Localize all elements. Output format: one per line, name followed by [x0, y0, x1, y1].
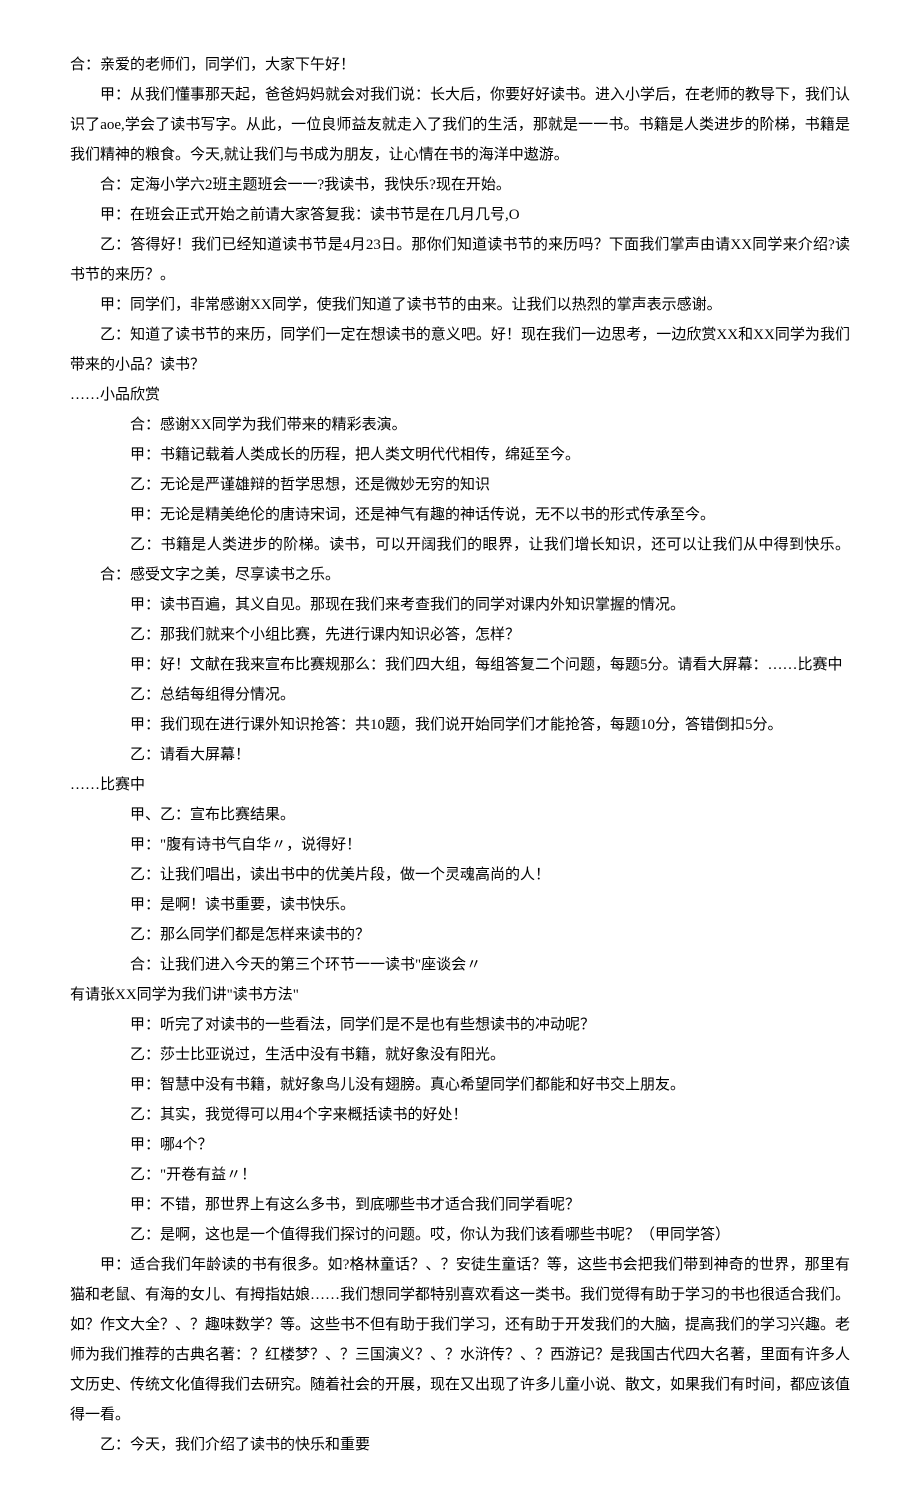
paragraph: 合：亲爱的老师们，同学们，大家下午好！	[70, 50, 850, 80]
paragraph: 甲：不错，那世界上有这么多书，到底哪些书才适合我们同学看呢？	[70, 1190, 850, 1220]
paragraph: 甲：我们现在进行课外知识抢答：共10题，我们说开始同学们才能抢答，每题10分，答…	[70, 710, 850, 740]
paragraph: 甲、乙：宣布比赛结果。	[70, 800, 850, 830]
paragraph: 合：让我们进入今天的第三个环节一一读书"座谈会〃	[70, 950, 850, 980]
paragraph: 甲：无论是精美绝伦的唐诗宋词，还是神气有趣的神话传说，无不以书的形式传承至今。	[70, 500, 850, 530]
paragraph: 甲：听完了对读书的一些看法，同学们是不是也有些想读书的冲动呢？	[70, 1010, 850, 1040]
paragraph: 甲：从我们懂事那天起，爸爸妈妈就会对我们说：长大后，你要好好读书。进入小学后，在…	[70, 80, 850, 170]
paragraph: 甲：智慧中没有书籍，就好象鸟儿没有翅膀。真心希望同学们都能和好书交上朋友。	[70, 1070, 850, 1100]
paragraph: 甲：在班会正式开始之前请大家答复我：读书节是在几月几号,O	[70, 200, 850, 230]
paragraph: 甲："腹有诗书气自华〃，说得好！	[70, 830, 850, 860]
paragraph: 甲：适合我们年龄读的书有很多。如?格林童话？、？安徒生童话？等，这些书会把我们带…	[70, 1250, 850, 1430]
paragraph: 乙：是啊，这也是一个值得我们探讨的问题。哎，你认为我们该看哪些书呢？（甲同学答）	[70, 1220, 850, 1250]
paragraph: 乙：答得好！我们已经知道读书节是4月23日。那你们知道读书节的来历吗？下面我们掌…	[70, 230, 850, 290]
paragraph: ……比赛中	[70, 770, 850, 800]
document-body: 合：亲爱的老师们，同学们，大家下午好！甲：从我们懂事那天起，爸爸妈妈就会对我们说…	[70, 50, 850, 1460]
paragraph: 甲：哪4个？	[70, 1130, 850, 1160]
paragraph: 甲：读书百遍，其义自见。那现在我们来考查我们的同学对课内外知识掌握的情况。	[70, 590, 850, 620]
paragraph: 乙：那我们就来个小组比赛，先进行课内知识必答，怎样？	[70, 620, 850, 650]
paragraph: 甲：书籍记载着人类成长的历程，把人类文明代代相传，绵延至今。	[70, 440, 850, 470]
paragraph: 乙：请看大屏幕！	[70, 740, 850, 770]
paragraph: 乙：总结每组得分情况。	[70, 680, 850, 710]
paragraph: 乙：知道了读书节的来历，同学们一定在想读书的意义吧。好！现在我们一边思考，一边欣…	[70, 320, 850, 380]
paragraph: 乙：那么同学们都是怎样来读书的？	[70, 920, 850, 950]
paragraph: 合：定海小学六2班主题班会一一?我读书，我快乐?现在开始。	[70, 170, 850, 200]
paragraph: 乙：让我们唱出，读出书中的优美片段，做一个灵魂高尚的人！	[70, 860, 850, 890]
paragraph: 乙：莎士比亚说过，生活中没有书籍，就好象没有阳光。	[70, 1040, 850, 1070]
paragraph: 甲：是啊！读书重要，读书快乐。	[70, 890, 850, 920]
paragraph: 乙：其实，我觉得可以用4个字来概括读书的好处！	[70, 1100, 850, 1130]
paragraph: 乙："开卷有益〃！	[70, 1160, 850, 1190]
paragraph: 乙：今天，我们介绍了读书的快乐和重要	[70, 1430, 850, 1460]
paragraph: 甲：同学们，非常感谢XX同学，使我们知道了读书节的由来。让我们以热烈的掌声表示感…	[70, 290, 850, 320]
paragraph: 甲：好！文献在我来宣布比赛规那么：我们四大组，每组答复二个问题，每题5分。请看大…	[70, 650, 850, 680]
paragraph: 乙：无论是严谨雄辩的哲学思想，还是微妙无穷的知识	[70, 470, 850, 500]
paragraph: 合：感谢XX同学为我们带来的精彩表演。	[70, 410, 850, 440]
paragraph: 乙：书籍是人类进步的阶梯。读书，可以开阔我们的眼界，让我们增长知识，还可以让我们…	[70, 530, 850, 590]
paragraph: ……小品欣赏	[70, 380, 850, 410]
paragraph: 有请张XX同学为我们讲"读书方法"	[70, 980, 850, 1010]
